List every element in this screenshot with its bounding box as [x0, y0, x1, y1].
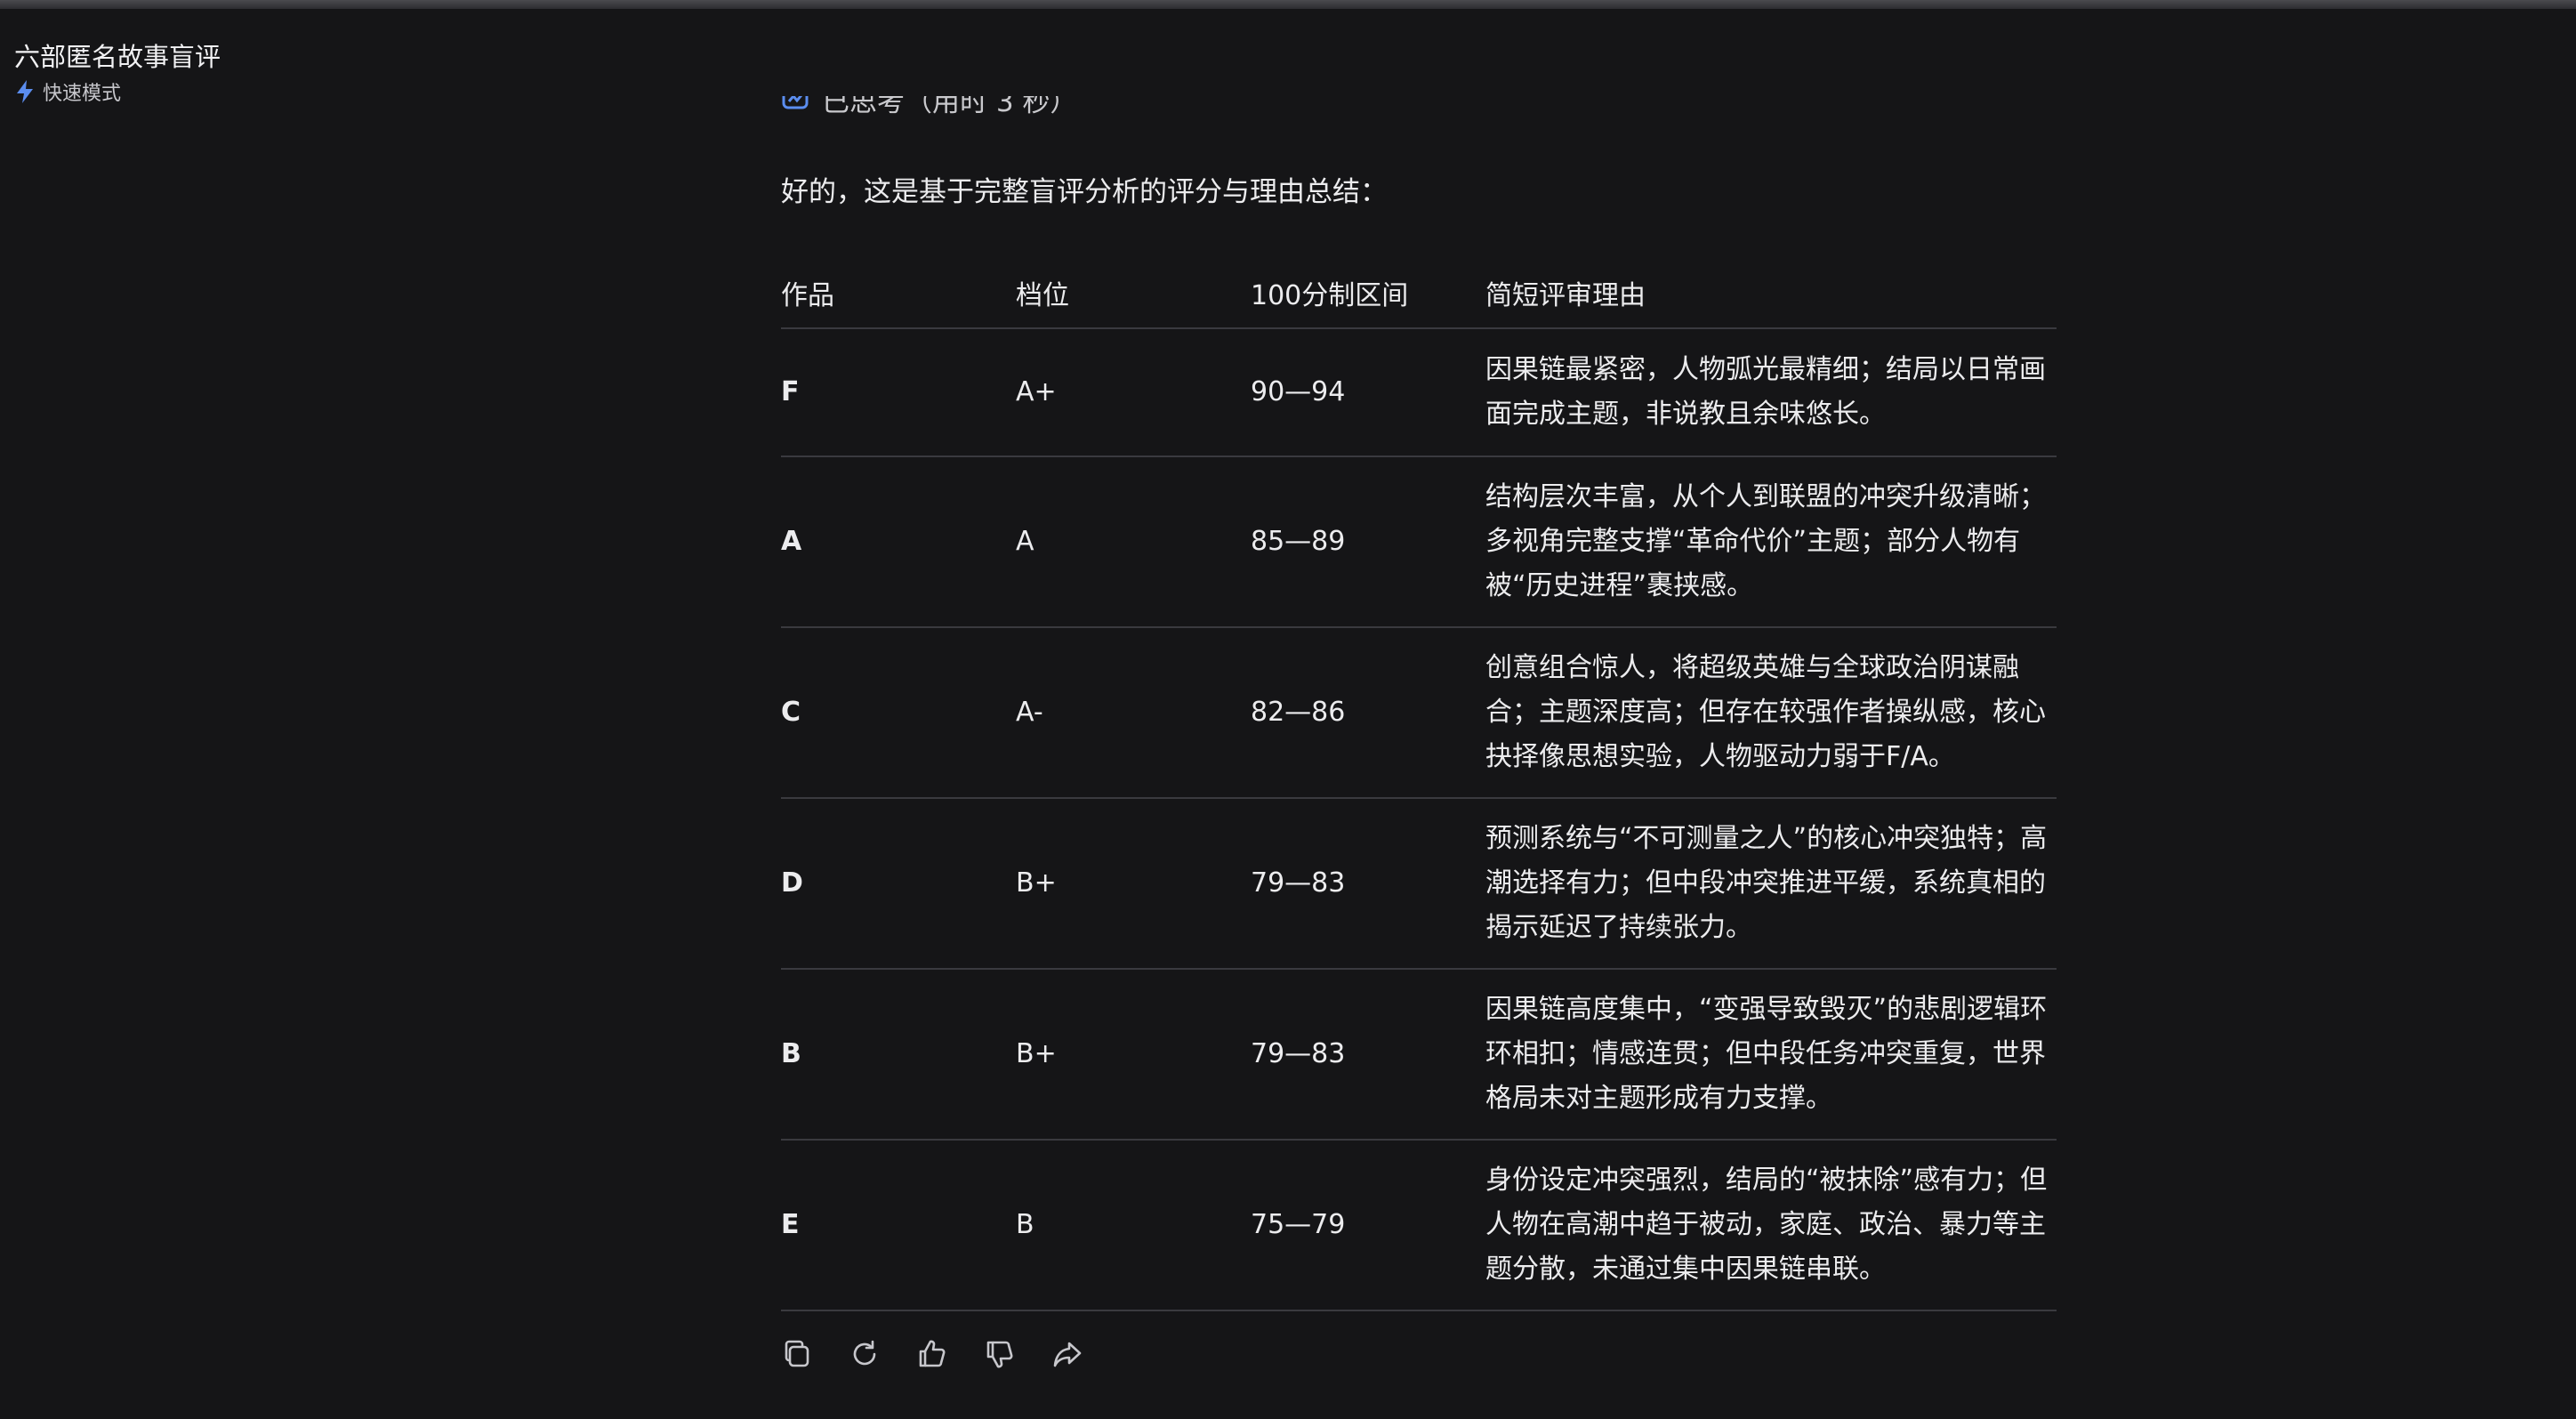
table-row: E B 75—79 身份设定冲突强烈，结局的“被抹除”感有力；但人物在高潮中趋于… [781, 1140, 2057, 1311]
window-top-strip [0, 0, 2576, 9]
thumbs-up-icon [919, 1340, 946, 1367]
mode-indicator[interactable]: 快速模式 [14, 78, 221, 105]
cell-work: B [781, 969, 1016, 1141]
header-work: 作品 [781, 258, 1016, 329]
table-row: F A+ 90—94 因果链最紧密，人物弧光最精细；结局以日常画面完成主题，非说… [781, 328, 2057, 457]
like-button[interactable] [916, 1338, 948, 1370]
cell-reason: 创意组合惊人，将超级英雄与全球政治阴谋融合；主题深度高；但存在较强作者操纵感，核… [1485, 627, 2057, 799]
cell-grade: A [1016, 456, 1251, 628]
table-row: C A- 82—86 创意组合惊人，将超级英雄与全球政治阴谋融合；主题深度高；但… [781, 627, 2057, 799]
cell-grade: A+ [1016, 328, 1251, 457]
header-range: 100分制区间 [1251, 258, 1485, 329]
message-actions [781, 1338, 1119, 1370]
cell-grade: B+ [1016, 798, 1251, 970]
cell-work: F [781, 328, 1016, 457]
cell-grade: B [1016, 1140, 1251, 1311]
mode-label: 快速模式 [43, 83, 122, 105]
cell-reason: 预测系统与“不可测量之人”的核心冲突独特；高潮选择有力；但中段冲突推进平缓，系统… [1485, 798, 2057, 970]
share-button[interactable] [1051, 1338, 1083, 1370]
thumbs-down-icon [986, 1341, 1013, 1368]
cell-grade: A- [1016, 627, 1251, 799]
chevron-down-icon: ˅ [1100, 96, 1113, 112]
chat-page: 六部匿名故事盲评 快速模式 已思考（用时 3 秒） ˅ 好的，这是基于完整盲评分… [0, 0, 2576, 1419]
table-row: B B+ 79—83 因果链高度集中，“变强导致毁灭”的悲剧逻辑环环相扣；情感连… [781, 969, 2057, 1141]
message-intro: 好的，这是基于完整盲评分析的评分与理由总结： [781, 176, 1388, 208]
share-icon [1053, 1342, 1082, 1367]
table-row: A A 85—89 结构层次丰富，从个人到联盟的冲突升级清晰；多视角完整支撑“革… [781, 456, 2057, 628]
thinking-toggle[interactable]: 已思考（用时 3 秒） ˅ [781, 96, 1190, 141]
cell-grade: B+ [1016, 969, 1251, 1141]
regenerate-button[interactable] [849, 1338, 881, 1370]
cell-range: 79—83 [1251, 969, 1485, 1141]
chat-title[interactable]: 六部匿名故事盲评 [14, 39, 221, 75]
cell-reason: 身份设定冲突强烈，结局的“被抹除”感有力；但人物在高潮中趋于被动，家庭、政治、暴… [1485, 1140, 2057, 1311]
cell-work: E [781, 1140, 1016, 1311]
header-reason: 简短评审理由 [1485, 258, 2057, 329]
cell-range: 79—83 [1251, 798, 1485, 970]
cell-range: 85—89 [1251, 456, 1485, 628]
score-table: 作品 档位 100分制区间 简短评审理由 F A+ 90—94 因果链最紧密，人… [781, 258, 2057, 1311]
cell-reason: 因果链最紧密，人物弧光最精细；结局以日常画面完成主题，非说教且余味悠长。 [1485, 328, 2057, 457]
cell-reason: 结构层次丰富，从个人到联盟的冲突升级清晰；多视角完整支撑“革命代价”主题；部分人… [1485, 456, 2057, 628]
cell-range: 90—94 [1251, 328, 1485, 457]
regenerate-icon [853, 1340, 876, 1366]
cell-range: 75—79 [1251, 1140, 1485, 1311]
table-header-row: 作品 档位 100分制区间 简短评审理由 [781, 258, 2057, 329]
thinking-icon [782, 96, 809, 109]
cell-work: D [781, 798, 1016, 970]
cell-reason: 因果链高度集中，“变强导致毁灭”的悲剧逻辑环环相扣；情感连贯；但中段任务冲突重复… [1485, 969, 2057, 1141]
chat-header: 六部匿名故事盲评 快速模式 [14, 39, 221, 105]
lightning-icon [17, 80, 33, 103]
thinking-label: 已思考（用时 3 秒） [822, 96, 1078, 118]
copy-button[interactable] [781, 1338, 813, 1370]
table-row: D B+ 79—83 预测系统与“不可测量之人”的核心冲突独特；高潮选择有力；但… [781, 798, 2057, 970]
dislike-button[interactable] [984, 1338, 1016, 1370]
copy-icon [785, 1340, 809, 1367]
cell-work: A [781, 456, 1016, 628]
cell-work: C [781, 627, 1016, 799]
cell-range: 82—86 [1251, 627, 1485, 799]
header-grade: 档位 [1016, 258, 1251, 329]
